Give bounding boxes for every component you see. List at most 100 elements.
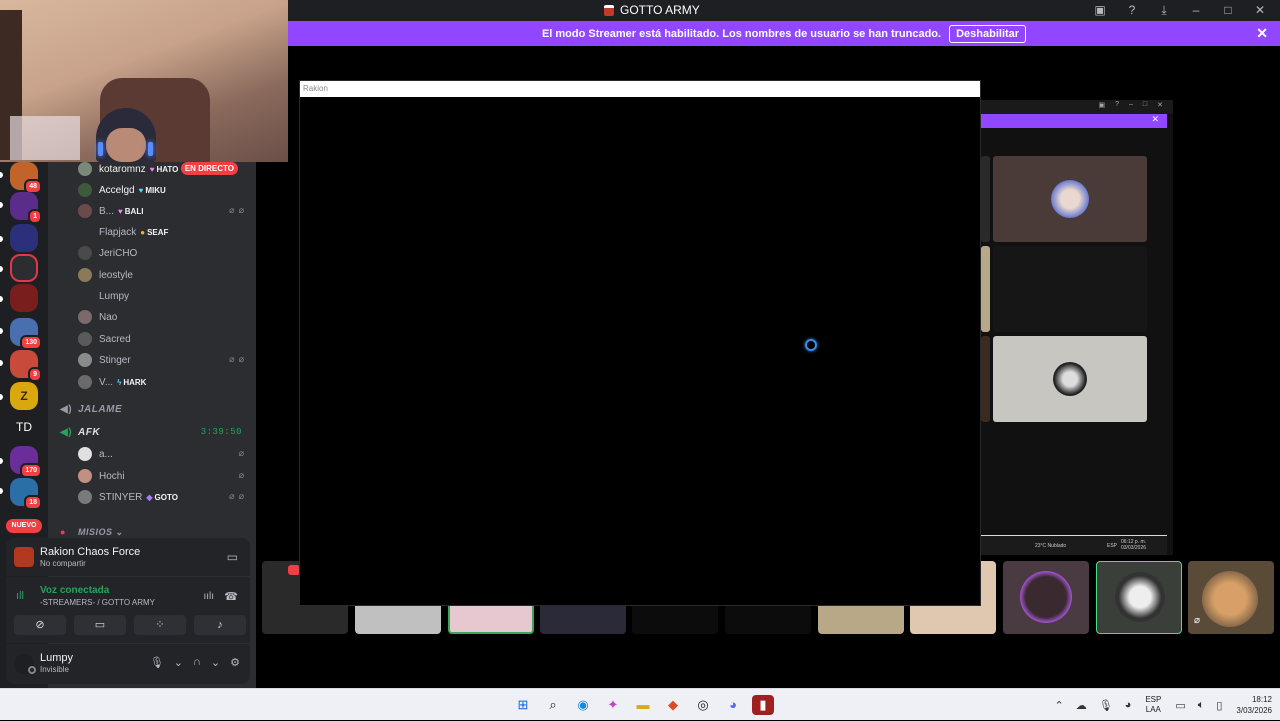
stream-tile[interactable] bbox=[1096, 561, 1182, 634]
window-title: GOTTO ARMY bbox=[604, 3, 700, 17]
mention-badge: 18 bbox=[24, 495, 42, 510]
server-icon[interactable] bbox=[10, 284, 38, 312]
username[interactable]: Lumpy bbox=[40, 652, 73, 664]
unread-pill bbox=[0, 458, 3, 464]
activities-button[interactable]: ⁘ bbox=[134, 615, 186, 635]
unread-pill bbox=[0, 296, 3, 302]
member-row[interactable]: leostyle bbox=[78, 265, 248, 285]
preview-tile bbox=[981, 246, 990, 332]
obs-icon[interactable]: ◎ bbox=[692, 695, 714, 715]
download-icon[interactable]: ⤓ bbox=[1156, 2, 1172, 18]
member-name: Hochi bbox=[99, 470, 125, 482]
deafened-icon: ⌀ bbox=[1194, 615, 1201, 626]
cloud-icon[interactable]: ☁ bbox=[1076, 699, 1087, 712]
deafened-icon: ⌀ bbox=[238, 205, 244, 215]
brave-browser-icon[interactable]: ◆ bbox=[662, 695, 684, 715]
member-tag-text: BALI bbox=[124, 206, 144, 216]
member-row[interactable]: Flapjack ● SEAF bbox=[78, 222, 248, 242]
minimize-icon[interactable]: – bbox=[1188, 2, 1204, 18]
speaker-icon: ◀) bbox=[60, 403, 73, 415]
member-tag: ● SEAF bbox=[140, 228, 168, 237]
screen-share-icon[interactable]: ▭ bbox=[227, 550, 238, 564]
member-row[interactable]: a... ⌀ bbox=[78, 444, 248, 464]
search-icon[interactable]: ⌕ bbox=[542, 695, 564, 715]
avatar bbox=[78, 204, 92, 218]
preview-weather: 23°C Nublado bbox=[1035, 543, 1067, 549]
server-icon[interactable]: 9 bbox=[10, 350, 42, 382]
soundboard-button[interactable]: ♪ bbox=[194, 615, 246, 635]
stream-tile[interactable]: ⌀ bbox=[1188, 561, 1274, 634]
new-servers-badge[interactable]: NUEVO bbox=[6, 519, 42, 533]
voice-channel-path[interactable]: -STREAMERS- / GOTTO ARMY bbox=[40, 598, 155, 607]
member-row[interactable]: V... ϟ HARK bbox=[78, 372, 248, 392]
server-icon[interactable]: 170 bbox=[10, 446, 42, 478]
member-row[interactable]: Nao bbox=[78, 307, 248, 327]
language-indicator[interactable]: ESP LAA bbox=[1145, 695, 1161, 715]
volume-icon[interactable]: 🔈︎ bbox=[1198, 699, 1205, 712]
discord-icon[interactable]: ◕ bbox=[722, 695, 744, 715]
disable-streamer-button[interactable]: Deshabilitar bbox=[949, 24, 1027, 43]
windows-taskbar: ⊞ ⌕ ◉ ✦ ▬ ◆ ◎ ◕ ▮ ⌃ ☁ 🎙︎ ◕ ESP LAA ▭ 🔈︎ ▯… bbox=[0, 688, 1280, 720]
member-tag-text: MIKU bbox=[145, 185, 166, 195]
member-name: Stinger bbox=[99, 354, 131, 366]
voice-channel[interactable]: ◀) JALAME bbox=[60, 400, 250, 418]
server-icon[interactable] bbox=[10, 254, 38, 282]
server-icon[interactable]: 48 bbox=[10, 162, 42, 194]
unread-pill bbox=[0, 360, 3, 366]
unread-pill bbox=[0, 328, 3, 334]
chevron-up-icon[interactable]: ⌃ bbox=[1054, 699, 1063, 712]
close-icon[interactable]: ✕ bbox=[1252, 2, 1268, 18]
copilot-icon[interactable]: ✦ bbox=[602, 695, 624, 715]
unread-pill bbox=[0, 202, 3, 208]
stream-tile[interactable] bbox=[1003, 561, 1089, 634]
file-explorer-icon[interactable]: ▬ bbox=[632, 695, 654, 715]
discord-tray-icon[interactable]: ◕ bbox=[1125, 699, 1132, 711]
member-name: leostyle bbox=[99, 269, 133, 281]
title-bar: GOTTO ARMY ▣ ? ⤓ – □ ✕ bbox=[288, 0, 1280, 21]
close-icon: ✕ bbox=[1157, 102, 1163, 109]
monitor-icon[interactable]: ▭ bbox=[1175, 699, 1185, 712]
headphones-icon[interactable]: ∩ bbox=[193, 656, 201, 669]
screen-share-button[interactable]: ▭ bbox=[74, 615, 126, 635]
inbox-icon[interactable]: ▣ bbox=[1092, 2, 1108, 18]
help-icon[interactable]: ? bbox=[1124, 2, 1140, 18]
microphone-icon[interactable]: 🎙︎ bbox=[1099, 699, 1113, 712]
loading-spinner-icon bbox=[805, 339, 817, 351]
deafened-icon: ⌀ bbox=[238, 354, 244, 364]
server-icon[interactable] bbox=[10, 224, 38, 252]
member-row[interactable]: Hochi ⌀ bbox=[78, 466, 248, 486]
member-row[interactable]: JeriCHO bbox=[78, 243, 248, 263]
clock-date: 3/03/2026 bbox=[1236, 706, 1272, 715]
edge-browser-icon[interactable]: ◉ bbox=[572, 695, 594, 715]
member-row[interactable]: kotaromnz ♥ HATO EN DIRECTO bbox=[78, 159, 248, 179]
camera-off-button[interactable]: ⊘ bbox=[14, 615, 66, 635]
rakion-icon[interactable]: ▮ bbox=[752, 695, 774, 715]
server-icon[interactable]: Z bbox=[10, 382, 38, 410]
member-row[interactable]: STINYER ◆ GOTO ⌀ ⌀ bbox=[78, 487, 248, 507]
clock[interactable]: 18:12 3/03/2026 bbox=[1236, 694, 1272, 716]
server-icon[interactable]: TD bbox=[10, 413, 38, 441]
battery-icon[interactable]: ▯ bbox=[1216, 699, 1222, 712]
voice-channel[interactable]: ◀) AFK 3:39:50 bbox=[60, 423, 250, 441]
member-row[interactable]: Accelgd ♥ MIKU bbox=[78, 180, 248, 200]
noise-suppression-icon[interactable]: ıılı bbox=[203, 591, 214, 602]
microphone-icon[interactable]: 🎙︎ bbox=[150, 656, 164, 669]
settings-gear-icon[interactable]: ⚙ bbox=[230, 656, 240, 669]
member-row[interactable]: Stinger ⌀ ⌀ bbox=[78, 350, 248, 370]
member-row[interactable]: B... ♥ BALI ⌀ ⌀ bbox=[78, 201, 248, 221]
disconnect-icon[interactable]: ☎ bbox=[224, 590, 238, 603]
close-icon[interactable]: ✕ bbox=[1256, 25, 1268, 42]
chevron-down-icon[interactable]: ⌄ bbox=[174, 656, 183, 669]
chevron-down-icon[interactable]: ⌄ bbox=[211, 656, 220, 669]
member-row[interactable]: Sacred bbox=[78, 329, 248, 349]
voice-timer: 3:39:50 bbox=[200, 427, 242, 437]
server-icon[interactable]: 130 bbox=[10, 318, 42, 350]
maximize-icon[interactable]: □ bbox=[1220, 2, 1236, 18]
member-name: JeriCHO bbox=[99, 247, 138, 259]
server-icon[interactable]: 1 bbox=[10, 192, 42, 224]
game-window[interactable]: Rakion bbox=[299, 80, 981, 606]
member-row[interactable]: Lumpy bbox=[78, 286, 248, 306]
system-tray: ⌃ ☁ 🎙︎ ◕ ESP LAA ▭ 🔈︎ ▯ 18:12 3/03/2026 bbox=[1048, 689, 1280, 721]
windows-start-icon[interactable]: ⊞ bbox=[512, 695, 534, 715]
server-icon[interactable]: 18 bbox=[10, 478, 42, 510]
